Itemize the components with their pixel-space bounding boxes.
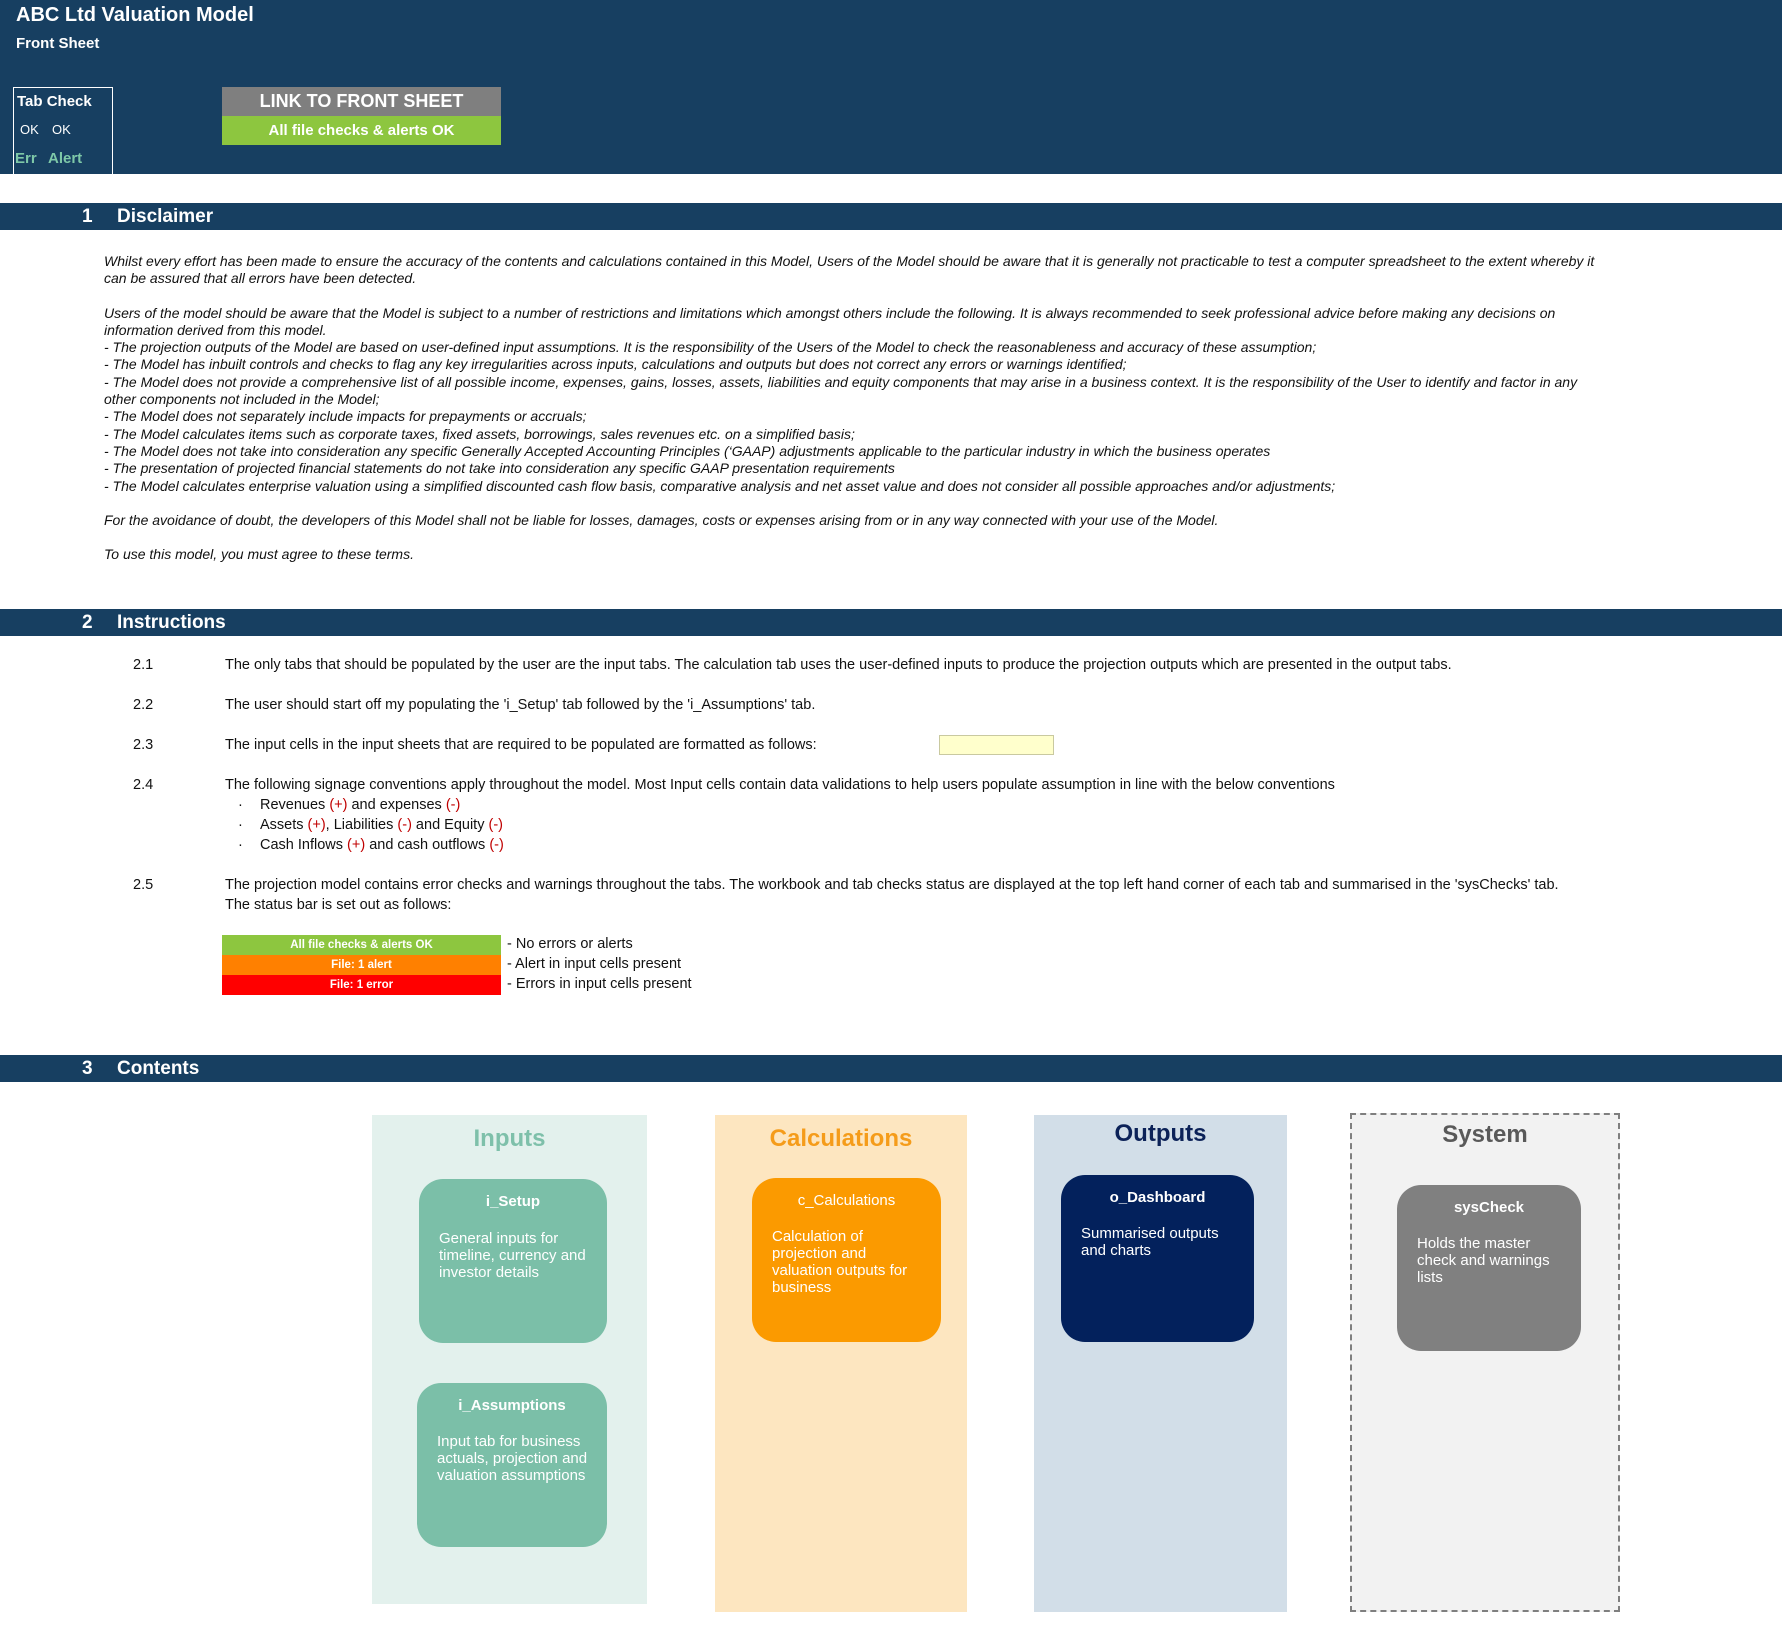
panel-title: System bbox=[1442, 1121, 1528, 1148]
instruction-number: 2.2 bbox=[133, 697, 154, 713]
legend-description: - Errors in input cells present bbox=[507, 976, 692, 992]
tab-check-ok-alert: OK bbox=[52, 122, 71, 137]
inputs-panel: Inputs i_Setup General inputs for timeli… bbox=[372, 1115, 647, 1604]
instruction-text: The user should start off my populating … bbox=[225, 697, 816, 713]
card-description: General inputs for timeline, currency an… bbox=[439, 1230, 586, 1281]
legend-status-alert: File: 1 alert bbox=[222, 955, 501, 975]
instruction-number: 2.3 bbox=[133, 737, 154, 753]
sheet-subtitle: Front Sheet bbox=[16, 35, 100, 52]
i-setup-card[interactable]: i_Setup General inputs for timeline, cur… bbox=[419, 1179, 607, 1343]
tab-check-panel: Tab Check OK OK Err Alert bbox=[13, 87, 113, 174]
section-title: Disclaimer bbox=[117, 206, 214, 227]
panel-title: Calculations bbox=[769, 1125, 913, 1152]
sign-convention-cashflow: Cash Inflows (+) and cash outflows (-) bbox=[260, 837, 504, 853]
disclaimer-bullet: - The Model calculates items such as cor… bbox=[104, 425, 855, 442]
disclaimer-bullet: - The Model does not provide a comprehen… bbox=[104, 373, 1578, 408]
legend-description: - No errors or alerts bbox=[507, 936, 633, 952]
section-title: Instructions bbox=[117, 612, 226, 633]
input-cell-format-sample[interactable] bbox=[939, 735, 1054, 755]
tab-check-alert-label: Alert bbox=[48, 150, 83, 167]
legend-description: - Alert in input cells present bbox=[507, 956, 682, 972]
instruction-text: The status bar is set out as follows: bbox=[225, 897, 452, 913]
disclaimer-bullet: - The Model calculates enterprise valuat… bbox=[104, 477, 1336, 494]
instruction-text: The following signage conventions apply … bbox=[225, 777, 1335, 793]
file-status-bar[interactable]: All file checks & alerts OK bbox=[222, 116, 501, 145]
tab-check-ok-err: OK bbox=[20, 122, 39, 137]
section-contents-header: 3 Contents bbox=[0, 1055, 1782, 1082]
instruction-text: The input cells in the input sheets that… bbox=[225, 737, 817, 753]
card-description: Input tab for business actuals, projecti… bbox=[437, 1433, 588, 1484]
sign-convention-revenues: Revenues (+) and expenses (-) bbox=[260, 797, 461, 813]
panel-title: Outputs bbox=[1114, 1120, 1207, 1147]
instruction-number: 2.1 bbox=[133, 657, 154, 673]
section-instructions-header: 2 Instructions bbox=[0, 609, 1782, 636]
o-dashboard-card[interactable]: o_Dashboard Summarised outputs and chart… bbox=[1061, 1175, 1254, 1342]
disclaimer-bullet: - The Model has inbuilt controls and che… bbox=[104, 356, 1127, 373]
disclaimer-bullet: - The Model does not separately include … bbox=[104, 408, 587, 425]
section-number: 3 bbox=[82, 1058, 93, 1079]
instruction-text: The only tabs that should be populated b… bbox=[225, 657, 1452, 673]
disclaimer-bullet: - The presentation of projected financia… bbox=[104, 460, 895, 477]
disclaimer-bullet: - The projection outputs of the Model ar… bbox=[104, 339, 1317, 356]
card-title: i_Setup bbox=[485, 1193, 541, 1210]
section-title: Contents bbox=[117, 1058, 200, 1079]
c-calculations-card[interactable]: c_Calculations Calculation of projection… bbox=[752, 1178, 941, 1342]
instruction-number: 2.4 bbox=[133, 777, 154, 793]
disclaimer-paragraph: For the avoidance of doubt, the develope… bbox=[104, 511, 1219, 528]
card-title: c_Calculations bbox=[797, 1192, 896, 1209]
disclaimer-bullet: - The Model does not take into considera… bbox=[104, 442, 1271, 459]
model-title: ABC Ltd Valuation Model bbox=[16, 4, 254, 26]
bullet-glyph: · bbox=[238, 817, 243, 833]
outputs-panel: Outputs o_Dashboard Summarised outputs a… bbox=[1034, 1115, 1287, 1612]
card-title: sysCheck bbox=[1453, 1199, 1525, 1216]
calculations-panel: Calculations c_Calculations Calculation … bbox=[715, 1115, 967, 1612]
system-panel: System sysCheck Holds the master check a… bbox=[1350, 1113, 1620, 1612]
section-disclaimer-header: 1 Disclaimer bbox=[0, 203, 1782, 230]
disclaimer-text: Whilst every effort has been made to ens… bbox=[104, 253, 1604, 563]
legend-status-ok: All file checks & alerts OK bbox=[222, 935, 501, 955]
instruction-text: The projection model contains error chec… bbox=[225, 877, 1559, 893]
sign-convention-balance-sheet: Assets (+), Liabilities (-) and Equity (… bbox=[260, 817, 503, 833]
section-number: 1 bbox=[82, 206, 93, 227]
disclaimer-paragraph: Whilst every effort has been made to ens… bbox=[104, 253, 1595, 287]
legend-status-error: File: 1 error bbox=[222, 975, 501, 995]
instruction-number: 2.5 bbox=[133, 877, 154, 893]
link-to-front-sheet-button[interactable]: LINK TO FRONT SHEET bbox=[222, 87, 501, 116]
card-description: Summarised outputs and charts bbox=[1081, 1225, 1219, 1259]
i-assumptions-card[interactable]: i_Assumptions Input tab for business act… bbox=[417, 1383, 607, 1547]
tab-check-err-label: Err bbox=[15, 150, 37, 167]
disclaimer-paragraph: To use this model, you must agree to the… bbox=[104, 546, 414, 563]
card-description: Holds the master check and warnings list… bbox=[1417, 1235, 1550, 1286]
card-title: i_Assumptions bbox=[458, 1397, 566, 1414]
card-title: o_Dashboard bbox=[1109, 1189, 1206, 1206]
bullet-glyph: · bbox=[238, 797, 243, 813]
section-number: 2 bbox=[82, 612, 93, 633]
bullet-glyph: · bbox=[238, 837, 243, 853]
disclaimer-paragraph: Users of the model should be aware that … bbox=[104, 304, 1556, 338]
card-description: Calculation of projection and valuation … bbox=[772, 1228, 908, 1296]
panel-title: Inputs bbox=[473, 1125, 546, 1152]
tab-check-label: Tab Check bbox=[17, 93, 92, 110]
syscheck-card[interactable]: sysCheck Holds the master check and warn… bbox=[1397, 1185, 1581, 1351]
